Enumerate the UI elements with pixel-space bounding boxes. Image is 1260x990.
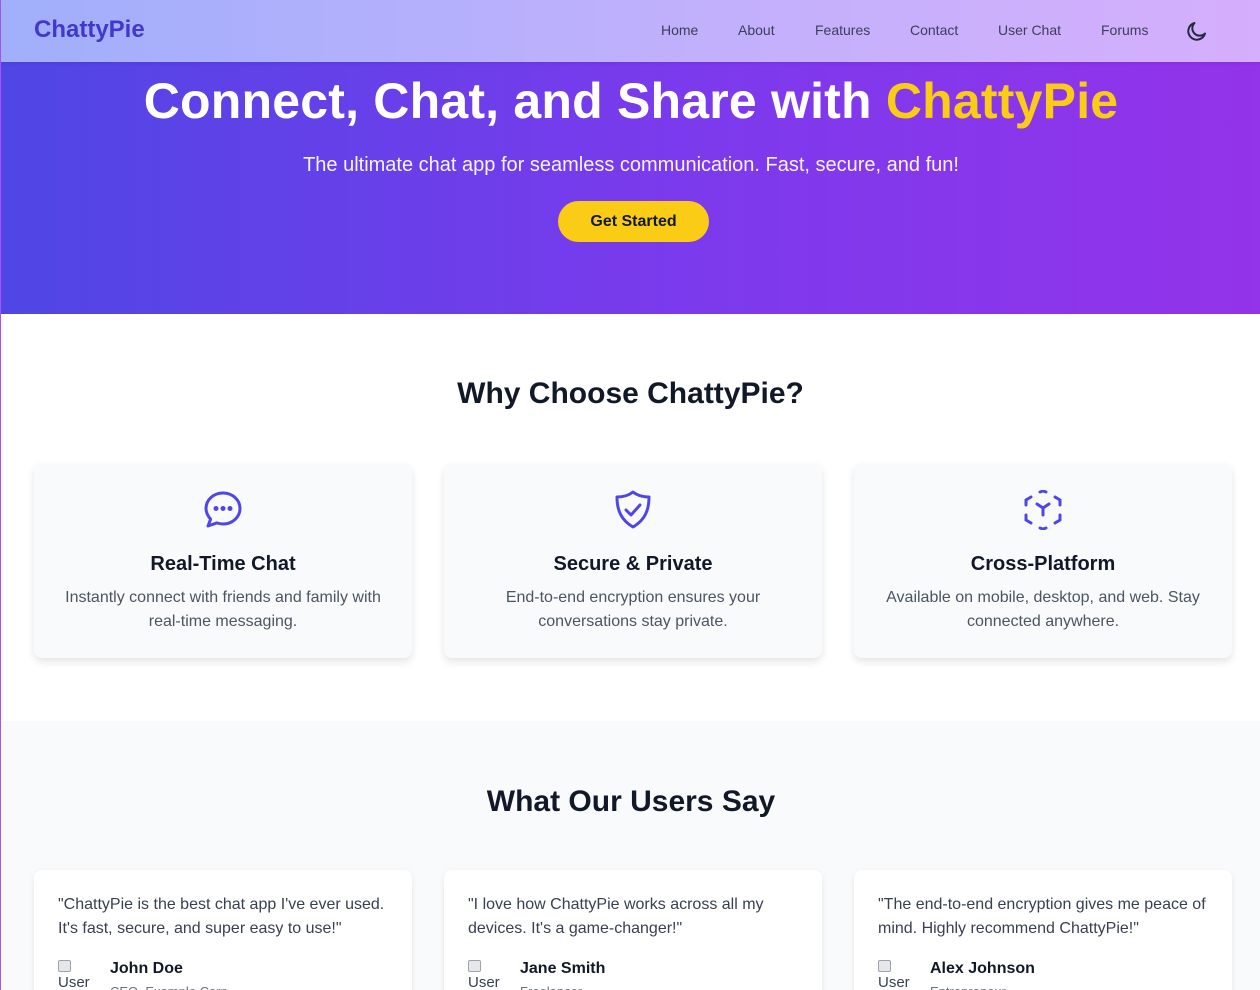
testimonial-role: Entrepreneur [930,984,1006,990]
nav-link-home[interactable]: Home [661,22,698,38]
avatar: User [878,960,914,990]
top-navbar: ChattyPie Home About Features Contact Us… [1,0,1260,62]
testimonial-role: Freelancer [520,984,582,990]
moon-icon[interactable] [1185,19,1209,43]
feature-description: End-to-end encryption ensures your conve… [505,589,761,630]
cube-icon [1023,489,1063,531]
avatar-alt-text: User [878,974,910,990]
testimonial-name: Jane Smith [520,960,606,977]
testimonial-name: Alex Johnson [930,960,1035,977]
testimonial-name: John Doe [110,960,183,977]
testimonial-card: "The end-to-end encryption gives me peac… [854,870,1232,990]
hero-title: Connect, Chat, and Share with ChattyPie [1,72,1260,130]
brand-logo[interactable]: ChattyPie [34,16,145,44]
feature-card-realtime: Real-Time Chat Instantly connect with fr… [34,463,412,658]
testimonial-quote: "The end-to-end encryption gives me peac… [878,896,1206,937]
feature-title: Cross-Platform [970,553,1116,575]
nav-link-user-chat[interactable]: User Chat [998,22,1061,38]
testimonial-quote: "ChattyPie is the best chat app I've eve… [58,896,385,937]
shield-check-icon [613,490,653,530]
broken-image-icon [878,960,891,972]
features-heading: Why Choose ChattyPie? [457,377,804,410]
nav-link-features[interactable]: Features [815,22,870,38]
broken-image-icon [58,960,71,972]
nav-link-contact[interactable]: Contact [910,22,958,38]
hero-title-main: Connect, Chat, and Share with [143,73,886,129]
feature-card-secure: Secure & Private End-to-end encryption e… [444,463,822,658]
avatar: User [468,960,504,990]
testimonial-card: "I love how ChattyPie works across all m… [444,870,822,990]
nav-link-forums[interactable]: Forums [1101,22,1148,38]
testimonial-card: "ChattyPie is the best chat app I've eve… [34,870,412,990]
testimonials-heading: What Our Users Say [486,785,776,818]
feature-title: Real-Time Chat [150,553,296,575]
feature-title: Secure & Private [553,553,713,575]
avatar-alt-text: User [468,974,500,990]
get-started-button[interactable]: Get Started [558,201,709,242]
hero-title-accent: ChattyPie [885,73,1119,129]
testimonials-section: What Our Users Say "ChattyPie is the bes… [1,721,1260,990]
avatar-alt-text: User [58,974,90,990]
feature-description: Instantly connect with friends and famil… [65,589,381,630]
broken-image-icon [468,960,481,972]
feature-card-cross-platform: Cross-Platform Available on mobile, desk… [854,463,1232,658]
testimonial-role: CEO, Example Corp [110,984,228,990]
testimonial-quote: "I love how ChattyPie works across all m… [468,896,764,937]
feature-description: Available on mobile, desktop, and web. S… [886,589,1200,630]
avatar: User [58,960,94,990]
chat-bubble-icon [203,490,243,530]
nav-link-about[interactable]: About [738,22,775,38]
hero-subtitle: The ultimate chat app for seamless commu… [303,154,959,176]
